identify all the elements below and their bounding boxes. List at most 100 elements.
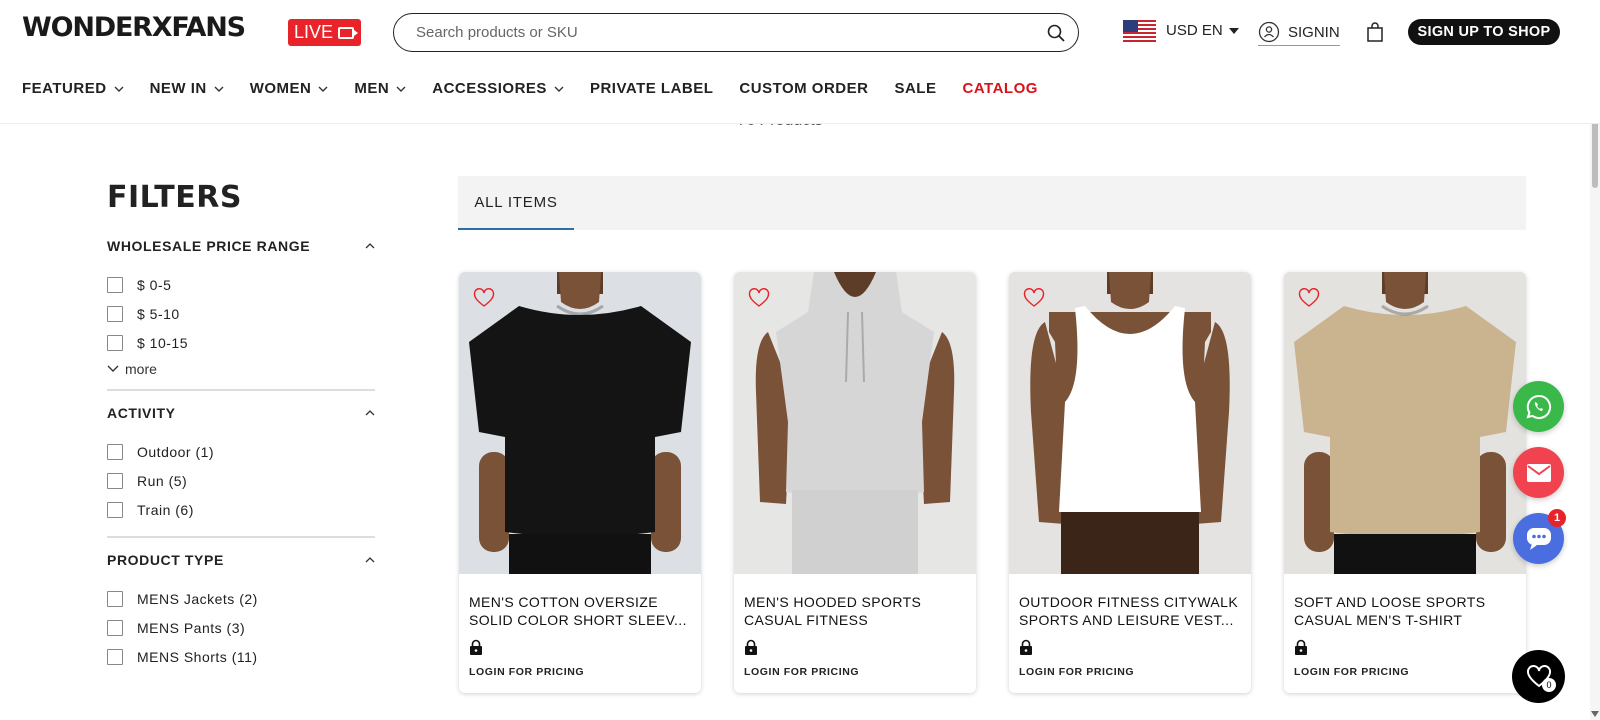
filter-checkbox[interactable] xyxy=(107,334,123,351)
filter-option-label: $ 5-10 xyxy=(137,305,180,322)
nav-item-label: PRIVATE LABEL xyxy=(589,80,714,97)
nav-item-women[interactable]: WOMEN xyxy=(250,80,329,97)
shopping-bag-icon[interactable] xyxy=(1366,22,1384,42)
caret-down-icon xyxy=(1228,27,1239,34)
product-card[interactable]: MEN'S HOODED SPORTS CASUAL FITNESS SLEEV… xyxy=(734,272,976,693)
filter-option-label: $ 10-15 xyxy=(137,334,188,351)
whatsapp-button[interactable] xyxy=(1513,381,1564,432)
tab-all-items[interactable]: ALL ITEMS xyxy=(458,176,574,230)
nav-item-private-label[interactable]: PRIVATE LABEL xyxy=(590,80,713,97)
filter-option-label: $ 0-5 xyxy=(137,276,172,293)
product-title[interactable]: SOFT AND LOOSE SPORTS CASUAL MEN'S T-SHI… xyxy=(1284,593,1526,629)
filter-option[interactable]: $ 0-5 xyxy=(107,270,375,299)
nav-item-label: FEATURED xyxy=(22,80,107,97)
product-image xyxy=(1009,272,1251,574)
product-card[interactable]: OUTDOOR FITNESS CITYWALK SPORTS AND LEIS… xyxy=(1009,272,1251,693)
chat-badge: 1 xyxy=(1548,509,1566,527)
site-header: WONDERXFANS LIVE USD EN SIGNIN SIGN UP T… xyxy=(0,0,1600,124)
filter-option[interactable]: $ 5-10 xyxy=(107,299,375,328)
filter-option[interactable]: Outdoor (1) xyxy=(107,437,375,466)
nav-item-featured[interactable]: FEATURED xyxy=(22,80,124,97)
filters-title: FILTERS xyxy=(107,180,242,215)
chat-bubble-icon xyxy=(1526,527,1551,550)
signin-link[interactable]: SIGNIN xyxy=(1258,21,1340,46)
filter-option[interactable]: MENS Shorts (11) xyxy=(107,642,375,671)
search-input[interactable] xyxy=(416,24,1046,41)
filter-section-header[interactable]: PRODUCT TYPE xyxy=(107,552,375,568)
login-for-pricing[interactable]: LOGIN FOR PRICING xyxy=(744,666,976,678)
email-button[interactable] xyxy=(1513,447,1564,498)
filter-section-header[interactable]: WHOLESALE PRICE RANGE xyxy=(107,238,375,254)
product-title[interactable]: MEN'S COTTON OVERSIZE SOLID COLOR SHORT … xyxy=(459,593,701,629)
wishlist-button[interactable]: 0 xyxy=(1512,650,1565,703)
product-title[interactable]: OUTDOOR FITNESS CITYWALK SPORTS AND LEIS… xyxy=(1009,593,1251,629)
user-icon xyxy=(1258,21,1280,43)
site-logo[interactable]: WONDERXFANS xyxy=(22,12,246,43)
filter-checkbox[interactable] xyxy=(107,648,123,665)
filter-option-label: MENS Pants (3) xyxy=(137,619,246,636)
filter-checkbox[interactable] xyxy=(107,501,123,518)
product-card[interactable]: MEN'S COTTON OVERSIZE SOLID COLOR SHORT … xyxy=(459,272,701,693)
product-title[interactable]: MEN'S HOODED SPORTS CASUAL FITNESS SLEEV… xyxy=(734,593,976,629)
nav-item-new-in[interactable]: NEW IN xyxy=(150,80,224,97)
product-image-wrapper[interactable] xyxy=(1009,272,1251,574)
filter-option[interactable]: MENS Jackets (2) xyxy=(107,584,375,613)
chevron-down-icon xyxy=(554,86,564,92)
search-icon[interactable] xyxy=(1046,23,1066,43)
filter-section: ACTIVITY Outdoor (1) Run (5) Train (6) xyxy=(107,405,375,538)
show-more-link[interactable]: more xyxy=(107,361,375,377)
video-camera-icon xyxy=(338,26,359,39)
filter-section-header[interactable]: ACTIVITY xyxy=(107,405,375,421)
heart-icon[interactable] xyxy=(473,288,495,308)
product-image-wrapper[interactable] xyxy=(734,272,976,574)
product-card[interactable]: SOFT AND LOOSE SPORTS CASUAL MEN'S T-SHI… xyxy=(1284,272,1526,693)
filter-option-label: Train (6) xyxy=(137,501,194,518)
nav-item-accessiores[interactable]: ACCESSIORES xyxy=(432,80,564,97)
filter-checkbox[interactable] xyxy=(107,443,123,460)
chevron-up-icon[interactable] xyxy=(365,241,375,251)
login-for-pricing[interactable]: LOGIN FOR PRICING xyxy=(1294,666,1526,678)
filter-section: WHOLESALE PRICE RANGE $ 0-5 $ 5-10 $ 10-15 m… xyxy=(107,238,375,391)
chevron-down-icon xyxy=(107,365,119,372)
login-for-pricing[interactable]: LOGIN FOR PRICING xyxy=(469,666,701,678)
currency-language-selector[interactable]: USD EN xyxy=(1166,22,1239,39)
filter-section-title: WHOLESALE PRICE RANGE xyxy=(107,238,311,254)
live-button[interactable]: LIVE xyxy=(288,19,361,46)
heart-icon[interactable] xyxy=(1023,288,1045,308)
nav-item-catalog[interactable]: CATALOG xyxy=(962,80,1037,97)
nav-item-label: MEN xyxy=(354,80,390,97)
filter-checkbox[interactable] xyxy=(107,276,123,293)
nav-item-label: NEW IN xyxy=(149,80,207,97)
nav-item-label: SALE xyxy=(894,80,937,97)
chevron-down-icon xyxy=(318,86,328,92)
product-image-wrapper[interactable] xyxy=(459,272,701,574)
heart-icon[interactable] xyxy=(748,288,770,308)
filter-option[interactable]: $ 10-15 xyxy=(107,328,375,357)
nav-item-sale[interactable]: SALE xyxy=(894,80,936,97)
nav-item-men[interactable]: MEN xyxy=(354,80,406,97)
lock-icon xyxy=(745,639,757,655)
nav-item-custom-order[interactable]: CUSTOM ORDER xyxy=(739,80,868,97)
heart-icon[interactable] xyxy=(1298,288,1320,308)
mail-icon xyxy=(1526,463,1551,482)
login-for-pricing[interactable]: LOGIN FOR PRICING xyxy=(1019,666,1251,678)
chevron-up-icon[interactable] xyxy=(365,555,375,565)
filter-option[interactable]: MENS Pants (3) xyxy=(107,613,375,642)
filter-option[interactable]: Run (5) xyxy=(107,466,375,495)
chat-button[interactable]: 1 xyxy=(1513,509,1566,564)
main-navigation: FEATURED NEW IN WOMEN MEN ACCESSIORES PRIVATE… xyxy=(22,80,1064,97)
chevron-up-icon[interactable] xyxy=(365,408,375,418)
filter-checkbox[interactable] xyxy=(107,472,123,489)
product-image xyxy=(1284,272,1526,574)
signup-button[interactable]: SIGN UP TO SHOP xyxy=(1408,19,1560,45)
product-image-wrapper[interactable] xyxy=(1284,272,1526,574)
scroll-down-arrow-icon[interactable] xyxy=(1591,711,1599,717)
filter-checkbox[interactable] xyxy=(107,619,123,636)
filter-checkbox[interactable] xyxy=(107,305,123,322)
filter-option[interactable]: Train (6) xyxy=(107,495,375,524)
chevron-down-icon xyxy=(396,86,406,92)
us-flag-icon[interactable] xyxy=(1123,20,1156,44)
signin-label: SIGNIN xyxy=(1288,23,1340,41)
filter-checkbox[interactable] xyxy=(107,590,123,607)
nav-item-label: CUSTOM ORDER xyxy=(739,80,869,97)
